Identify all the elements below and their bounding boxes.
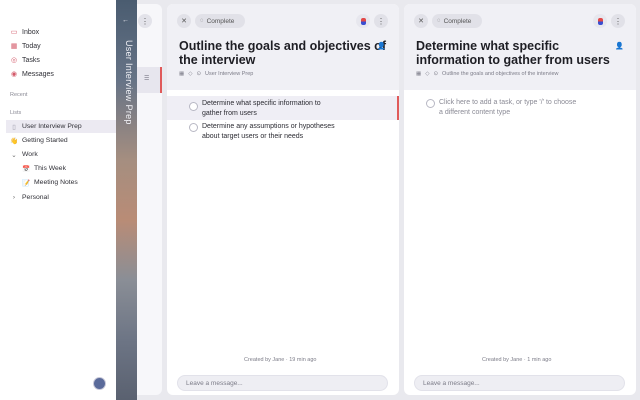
subtask-checkbox[interactable] (189, 123, 198, 132)
assignee-icon[interactable]: 👤 (377, 42, 386, 50)
subtask-text: Determine what specific information to g… (202, 99, 321, 119)
messages-icon: ◉ (10, 71, 18, 78)
calendar-icon[interactable]: ▦ (416, 71, 421, 77)
task-title-line-1: Determine what specific (416, 39, 560, 53)
message-input[interactable]: Leave a message... (414, 375, 625, 391)
list-title-vertical: User Interview Prep (124, 40, 134, 125)
check-circle-icon: ◌ (200, 18, 204, 24)
sidebar-item-label: Messages (22, 70, 54, 78)
created-info: Created by Jane · 19 min ago (244, 357, 317, 363)
subtask-text-line: gather from users (202, 110, 257, 117)
sidebar-item-getting-started[interactable]: 👋 Getting Started (6, 134, 116, 147)
assignee-icon[interactable]: 👤 (615, 42, 624, 50)
sidebar-item-today[interactable]: ▦ Today (10, 39, 114, 53)
complete-label: Complete (206, 17, 235, 25)
sidebar-item-user-interview-prep[interactable]: ▯ User Interview Prep (6, 120, 116, 133)
created-info: Created by Jane · 1 min ago (482, 357, 552, 363)
list-panel: ⋮ ☰ (137, 4, 162, 395)
sidebar-item-messages[interactable]: ◉ Messages (10, 67, 114, 81)
sidebar-item-label: Inbox (22, 28, 40, 36)
subtask-row[interactable]: Determine any assumptions or hypotheses … (167, 122, 399, 144)
task-title-line-2: information to gather from users (416, 53, 610, 67)
more-vertical-icon: ⋮ (614, 16, 622, 26)
sidebar-item-label: Today (22, 42, 41, 50)
lists-section-label: Lists (10, 110, 22, 116)
calendar-icon[interactable]: ▦ (179, 71, 184, 77)
task-meta: ▦ ◇ ⊙ User Interview Prep (179, 71, 257, 77)
sidebar-item-label: User Interview Prep (22, 123, 82, 130)
list-icon: ⊙ (433, 71, 439, 77)
document-icon: ▯ (12, 123, 16, 131)
task-meta: ▦ ◇ ⊙ Outline the goals and objectives o… (416, 71, 563, 77)
task-panel-determine-info: ✕ ◌ Complete ⋮ Determine what specific i… (404, 4, 636, 395)
task-panel-outline-goals: ✕ ◌ Complete ⋮ Outline the goals and obj… (167, 4, 399, 395)
sidebar-item-this-week[interactable]: 📅 This Week (18, 162, 116, 175)
flag-icon (597, 17, 603, 25)
subtask-text: Determine any assumptions or hypotheses … (202, 122, 335, 142)
close-button[interactable]: ✕ (177, 14, 191, 28)
task-title[interactable]: Determine what specific information to g… (416, 39, 610, 67)
subtask-row[interactable]: Determine what specific information to g… (167, 96, 399, 120)
breadcrumb[interactable]: Outline the goals and objectives of the … (442, 71, 559, 77)
waving-hand-icon: 👋 (9, 137, 19, 145)
sidebar-item-inbox[interactable]: ▭ Inbox (10, 25, 114, 39)
sidebar-item-label: This Week (34, 165, 66, 172)
priority-flag-button[interactable] (593, 14, 607, 28)
chevron-right-icon[interactable]: › (10, 194, 18, 201)
tag-icon[interactable]: ◇ (425, 71, 429, 77)
list-icon: ⊙ (196, 71, 202, 77)
selected-task-row[interactable] (137, 67, 162, 93)
subtask-text-line: about target users or their needs (202, 133, 304, 140)
subtask-text-line: Determine any assumptions or hypotheses (202, 123, 335, 130)
flag-icon (360, 17, 366, 25)
inbox-icon: ▭ (10, 29, 18, 36)
tag-icon[interactable]: ◇ (188, 71, 192, 77)
chevron-down-icon[interactable]: ⌄ (10, 151, 18, 159)
sidebar: ▭ Inbox ▦ Today ◎ Tasks ◉ Messages Recen… (0, 0, 116, 400)
complete-label: Complete (443, 17, 472, 25)
sidebar-item-label: Work (22, 151, 38, 158)
calendar-icon: ▦ (10, 43, 18, 50)
arrow-left-icon[interactable]: ← (122, 17, 129, 24)
memo-icon: 📝 (21, 179, 31, 187)
add-task-placeholder-row[interactable]: Click here to add a task, or type '/' to… (404, 98, 636, 120)
more-options-button[interactable]: ⋮ (611, 14, 625, 28)
task-title-line-2: the interview (179, 53, 256, 67)
add-task-placeholder[interactable]: Click here to add a task, or type '/' to… (439, 98, 576, 118)
complete-button[interactable]: ◌ Complete (195, 14, 245, 28)
placeholder-line: Click here to add a task, or type '/' to… (439, 99, 577, 106)
close-icon: ✕ (418, 18, 424, 25)
sidebar-item-personal[interactable]: › Personal (6, 191, 116, 204)
sidebar-item-tasks[interactable]: ◎ Tasks (10, 53, 114, 67)
breadcrumb[interactable]: User Interview Prep (205, 71, 253, 77)
close-button[interactable]: ✕ (414, 14, 428, 28)
sidebar-item-work[interactable]: ⌄ Work (6, 148, 116, 161)
sidebar-item-label: Meeting Notes (34, 179, 78, 186)
user-avatar[interactable] (93, 377, 106, 390)
subtask-checkbox[interactable] (189, 102, 198, 111)
recent-section-label: Recent (10, 92, 28, 98)
message-input[interactable]: Leave a message... (177, 375, 388, 391)
more-options-icon[interactable]: ⋮ (138, 14, 152, 28)
list-cover-strip[interactable]: ← User Interview Prep (116, 0, 137, 400)
subtasks-icon: ☰ (144, 76, 150, 82)
task-title-line-1: Outline the goals and objectives of (179, 39, 386, 53)
sidebar-item-label: Personal (22, 194, 49, 201)
more-options-button[interactable]: ⋮ (374, 14, 388, 28)
subtask-checkbox[interactable] (426, 99, 435, 108)
priority-flag-button[interactable] (356, 14, 370, 28)
placeholder-line: a different content type (439, 109, 511, 116)
sidebar-item-meeting-notes[interactable]: 📝 Meeting Notes (18, 176, 116, 189)
subtask-text-line: Determine what specific information to (202, 100, 321, 107)
close-icon: ✕ (181, 18, 187, 25)
task-title[interactable]: Outline the goals and objectives of the … (179, 39, 386, 67)
tasks-icon: ◎ (10, 57, 18, 64)
complete-button[interactable]: ◌ Complete (432, 14, 482, 28)
calendar-emoji-icon: 📅 (21, 165, 31, 173)
sidebar-item-label: Tasks (22, 56, 40, 64)
more-vertical-icon: ⋮ (377, 16, 385, 26)
check-circle-icon: ◌ (437, 18, 441, 24)
sidebar-item-label: Getting Started (22, 137, 68, 144)
